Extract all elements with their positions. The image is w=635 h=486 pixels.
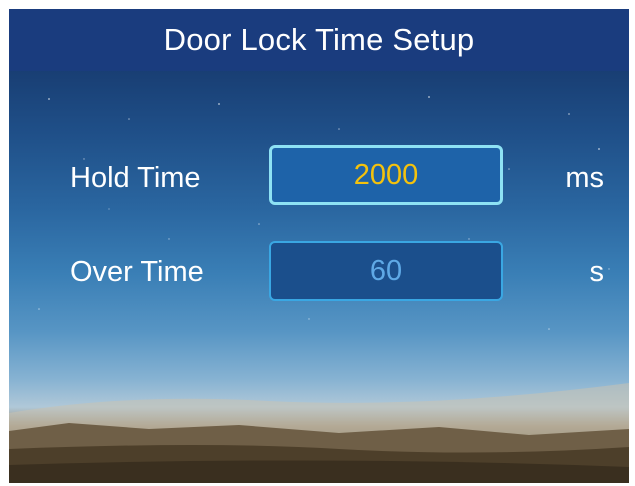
- page-title: Door Lock Time Setup: [163, 22, 475, 57]
- over-time-input[interactable]: 60: [269, 241, 503, 301]
- over-time-label: Over Time: [70, 256, 204, 288]
- title-bar: Door Lock Time Setup: [9, 9, 629, 71]
- hold-time-input[interactable]: 2000: [269, 145, 503, 205]
- device-screen: Door Lock Time Setup Hold Time 2000 ms O…: [9, 9, 629, 483]
- over-time-value: 60: [369, 254, 403, 287]
- over-time-unit: s: [589, 256, 605, 288]
- background-landscape: [9, 383, 629, 483]
- hold-time-unit: ms: [565, 162, 604, 194]
- hold-time-label: Hold Time: [70, 162, 201, 194]
- hold-time-value: 2000: [353, 158, 419, 191]
